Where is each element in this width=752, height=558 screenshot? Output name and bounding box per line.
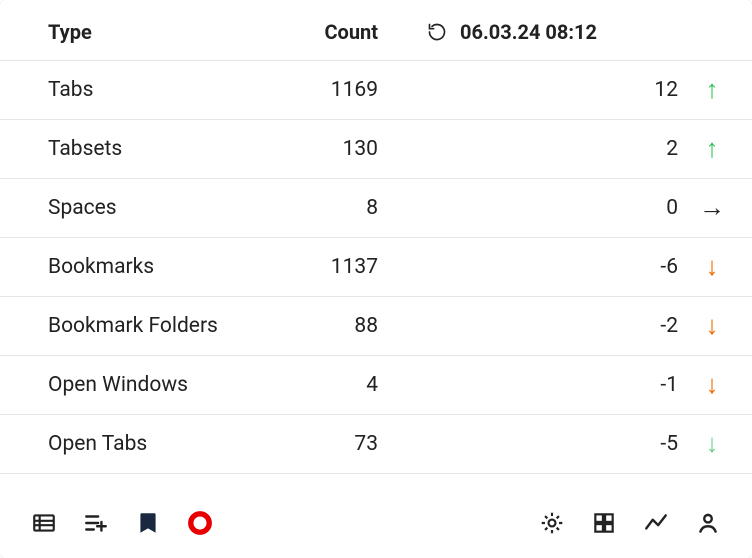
- delta-value: 2: [628, 137, 688, 161]
- arrow-up-icon: ↑: [694, 136, 730, 162]
- person-icon[interactable]: [692, 507, 724, 539]
- cell-delta: -6↓: [378, 254, 730, 280]
- cell-count: 88: [288, 314, 378, 338]
- grid-icon[interactable]: [588, 507, 620, 539]
- delta-value: 0: [628, 196, 688, 220]
- table-row: Spaces80→: [0, 179, 752, 238]
- header-delta: 06.03.24 08:12: [378, 20, 730, 44]
- delta-value: -1: [628, 373, 688, 397]
- cell-delta: 0→: [378, 195, 730, 221]
- cell-type: Bookmark Folders: [48, 314, 288, 338]
- delta-value: -2: [628, 314, 688, 338]
- chart-line-icon[interactable]: [640, 507, 672, 539]
- delta-value: -6: [628, 255, 688, 279]
- list-icon[interactable]: [28, 507, 60, 539]
- cell-count: 130: [288, 137, 378, 161]
- cell-delta: -2↓: [378, 313, 730, 339]
- table-row: Bookmark Folders88-2↓: [0, 297, 752, 356]
- cell-type: Tabsets: [48, 137, 288, 161]
- arrow-right-icon: →: [694, 195, 730, 221]
- table-header-row: Type Count 06.03.24 08:12: [0, 6, 752, 61]
- delta-value: -5: [628, 432, 688, 456]
- table-row: Tabsets1302↑: [0, 120, 752, 179]
- cell-type: Open Tabs: [48, 432, 288, 456]
- delta-value: 12: [628, 78, 688, 102]
- gear-icon[interactable]: [536, 507, 568, 539]
- stats-table: Type Count 06.03.24 08:12 Tabs116912↑Tab…: [0, 6, 752, 474]
- cell-count: 1169: [288, 78, 378, 102]
- cell-count: 1137: [288, 255, 378, 279]
- cell-delta: 2↑: [378, 136, 730, 162]
- cell-count: 8: [288, 196, 378, 220]
- header-count: Count: [288, 20, 378, 44]
- table-row: Open Tabs73-5↓: [0, 415, 752, 474]
- cell-type: Spaces: [48, 196, 288, 220]
- cell-delta: -5↓: [378, 431, 730, 457]
- refresh-icon: [426, 21, 448, 43]
- bottom-nav: [0, 488, 752, 558]
- stats-panel: Type Count 06.03.24 08:12 Tabs116912↑Tab…: [0, 0, 752, 558]
- cell-type: Bookmarks: [48, 255, 288, 279]
- bottom-nav-left: [28, 507, 216, 539]
- arrow-down-icon: ↓: [694, 313, 730, 339]
- cell-type: Open Windows: [48, 373, 288, 397]
- cell-delta: -1↓: [378, 372, 730, 398]
- header-timestamp: 06.03.24 08:12: [460, 20, 597, 44]
- table-row: Tabs116912↑: [0, 61, 752, 120]
- arrow-down-icon: ↓: [694, 431, 730, 457]
- cell-count: 4: [288, 373, 378, 397]
- bookmark-icon[interactable]: [132, 507, 164, 539]
- table-body: Tabs116912↑Tabsets1302↑Spaces80→Bookmark…: [0, 61, 752, 474]
- bottom-nav-right: [536, 507, 724, 539]
- record-icon[interactable]: [184, 507, 216, 539]
- cell-type: Tabs: [48, 78, 288, 102]
- arrow-down-icon: ↓: [694, 372, 730, 398]
- header-type: Type: [48, 20, 288, 44]
- table-row: Open Windows4-1↓: [0, 356, 752, 415]
- cell-count: 73: [288, 432, 378, 456]
- table-row: Bookmarks1137-6↓: [0, 238, 752, 297]
- cell-delta: 12↑: [378, 77, 730, 103]
- arrow-up-icon: ↑: [694, 77, 730, 103]
- arrow-down-icon: ↓: [694, 254, 730, 280]
- add-list-icon[interactable]: [80, 507, 112, 539]
